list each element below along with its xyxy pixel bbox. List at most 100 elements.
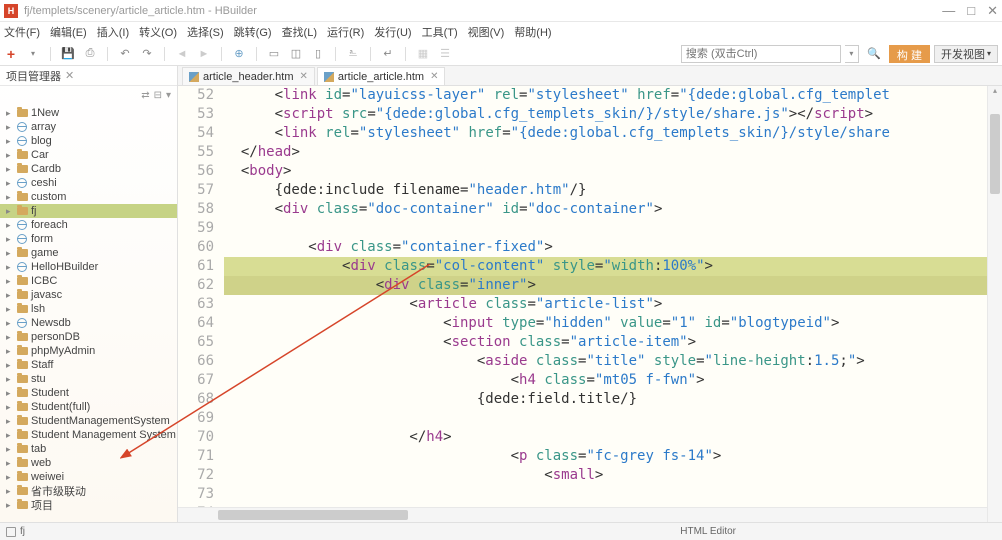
expand-icon[interactable]: ▸ bbox=[6, 318, 16, 329]
tree-item-stu[interactable]: ▸ stu bbox=[0, 372, 177, 386]
code-line-56[interactable]: <body> bbox=[224, 162, 1002, 181]
code-line-60[interactable]: <div class="container-fixed"> bbox=[224, 238, 1002, 257]
code-line-69[interactable] bbox=[224, 409, 1002, 428]
save-all-icon[interactable]: ⎙ bbox=[83, 47, 97, 61]
expand-icon[interactable]: ▸ bbox=[6, 458, 16, 469]
code-line-54[interactable]: <link rel="stylesheet" href="{dede:globa… bbox=[224, 124, 1002, 143]
back-icon[interactable]: ◄ bbox=[175, 47, 189, 61]
link-editor-icon[interactable]: ⇄ bbox=[141, 90, 149, 101]
menu-item-10[interactable]: 视图(V) bbox=[468, 24, 505, 40]
tree-item-Car[interactable]: ▸ Car bbox=[0, 148, 177, 162]
menu-item-4[interactable]: 选择(S) bbox=[187, 24, 224, 40]
scroll-thumb[interactable] bbox=[218, 510, 408, 520]
expand-icon[interactable]: ▸ bbox=[6, 276, 16, 287]
new-icon[interactable]: + bbox=[4, 47, 18, 61]
expand-icon[interactable]: ▸ bbox=[6, 108, 16, 119]
redo-icon[interactable]: ↷ bbox=[140, 47, 154, 61]
expand-icon[interactable]: ▸ bbox=[6, 150, 16, 161]
wrap-icon[interactable]: ↵ bbox=[381, 47, 395, 61]
tree-item-StudentManagementSystem[interactable]: ▸ StudentManagementSystem bbox=[0, 414, 177, 428]
expand-icon[interactable]: ▸ bbox=[6, 472, 16, 483]
code-line-72[interactable]: <small> bbox=[224, 466, 1002, 485]
maximize-icon[interactable]: □ bbox=[967, 3, 975, 19]
expand-icon[interactable]: ▸ bbox=[6, 206, 16, 217]
expand-icon[interactable]: ▸ bbox=[6, 136, 16, 147]
code-line-64[interactable]: <input type="hidden" value="1" id="blogt… bbox=[224, 314, 1002, 333]
tree-item-HelloHBuilder[interactable]: ▸ HelloHBuilder bbox=[0, 260, 177, 274]
menu-item-7[interactable]: 运行(R) bbox=[327, 24, 364, 40]
expand-icon[interactable]: ▸ bbox=[6, 346, 16, 357]
tree-item-项目[interactable]: ▸ 项目 bbox=[0, 498, 177, 512]
code-line-67[interactable]: <h4 class="mt05 f-fwn"> bbox=[224, 371, 1002, 390]
expand-icon[interactable]: ▸ bbox=[6, 500, 16, 511]
code-line-62[interactable]: <div class="inner"> bbox=[224, 276, 1002, 295]
expand-icon[interactable]: ▸ bbox=[6, 164, 16, 175]
expand-icon[interactable]: ▸ bbox=[6, 416, 16, 427]
tree-item-form[interactable]: ▸ form bbox=[0, 232, 177, 246]
expand-icon[interactable]: ▸ bbox=[6, 290, 16, 301]
code-line-63[interactable]: <article class="article-list"> bbox=[224, 295, 1002, 314]
tab-close-icon[interactable]: ✕ bbox=[65, 69, 74, 82]
menu-item-6[interactable]: 查找(L) bbox=[282, 24, 317, 40]
forward-icon[interactable]: ► bbox=[197, 47, 211, 61]
search-input[interactable] bbox=[681, 45, 841, 63]
tree-item-lsh[interactable]: ▸ lsh bbox=[0, 302, 177, 316]
code-line-70[interactable]: </h4> bbox=[224, 428, 1002, 447]
expand-icon[interactable]: ▸ bbox=[6, 248, 16, 259]
expand-icon[interactable]: ▸ bbox=[6, 444, 16, 455]
tab-close-icon[interactable]: ✕ bbox=[300, 71, 308, 82]
code-line-66[interactable]: <aside class="title" style="line-height:… bbox=[224, 352, 1002, 371]
tree-item-game[interactable]: ▸ game bbox=[0, 246, 177, 260]
preview-split-icon[interactable]: ◫ bbox=[289, 47, 303, 61]
tree-item-省市级联动[interactable]: ▸ 省市级联动 bbox=[0, 484, 177, 498]
expand-icon[interactable]: ▸ bbox=[6, 360, 16, 371]
insert-icon[interactable]: ▦ bbox=[416, 47, 430, 61]
editor-tab-0[interactable]: article_header.htm ✕ bbox=[182, 67, 315, 85]
expand-icon[interactable]: ▸ bbox=[6, 374, 16, 385]
expand-icon[interactable]: ▸ bbox=[6, 178, 16, 189]
tree-item-personDB[interactable]: ▸ personDB bbox=[0, 330, 177, 344]
code-line-65[interactable]: <section class="article-item"> bbox=[224, 333, 1002, 352]
save-icon[interactable]: 💾 bbox=[61, 47, 75, 61]
editor-tab-1[interactable]: article_article.htm ✕ bbox=[317, 67, 446, 85]
tree-item-1New[interactable]: ▸ 1New bbox=[0, 106, 177, 120]
collapse-icon[interactable]: ⊟ bbox=[154, 90, 162, 101]
code-line-59[interactable] bbox=[224, 219, 1002, 238]
tree-item-Staff[interactable]: ▸ Staff bbox=[0, 358, 177, 372]
project-tree[interactable]: ▸ 1New ▸ array ▸ blog ▸ Car ▸ Cardb ▸ ce… bbox=[0, 104, 177, 522]
menu-icon[interactable]: ☰ bbox=[438, 47, 452, 61]
view-menu-icon[interactable]: ▾ bbox=[166, 90, 171, 101]
expand-icon[interactable]: ▸ bbox=[6, 220, 16, 231]
close-icon[interactable]: ✕ bbox=[987, 3, 998, 19]
expand-icon[interactable]: ▸ bbox=[6, 486, 16, 497]
tree-item-fj[interactable]: ▸ fj bbox=[0, 204, 177, 218]
menu-item-9[interactable]: 工具(T) bbox=[422, 24, 458, 40]
expand-icon[interactable]: ▸ bbox=[6, 402, 16, 413]
code-line-73[interactable] bbox=[224, 485, 1002, 504]
tree-item-Student[interactable]: ▸ Student bbox=[0, 386, 177, 400]
search-icon[interactable]: 🔍 bbox=[867, 47, 881, 61]
build-button[interactable]: 构 建 bbox=[889, 45, 930, 63]
menu-item-1[interactable]: 编辑(E) bbox=[50, 24, 87, 40]
expand-icon[interactable]: ▸ bbox=[6, 430, 16, 441]
dev-view-button[interactable]: 开发视图▾ bbox=[934, 45, 998, 63]
tree-item-phpMyAdmin[interactable]: ▸ phpMyAdmin bbox=[0, 344, 177, 358]
tree-item-weiwei[interactable]: ▸ weiwei bbox=[0, 470, 177, 484]
expand-icon[interactable]: ▸ bbox=[6, 332, 16, 343]
code-line-71[interactable]: <p class="fc-grey fs-14"> bbox=[224, 447, 1002, 466]
tree-item-javasc[interactable]: ▸ javasc bbox=[0, 288, 177, 302]
tab-close-icon[interactable]: ✕ bbox=[430, 71, 438, 82]
expand-icon[interactable]: ▸ bbox=[6, 262, 16, 273]
tree-item-tab[interactable]: ▸ tab bbox=[0, 442, 177, 456]
new-dropdown-icon[interactable]: ▾ bbox=[26, 47, 40, 61]
code-line-53[interactable]: <script src="{dede:global.cfg_templets_s… bbox=[224, 105, 1002, 124]
code-line-68[interactable]: {dede:field.title/} bbox=[224, 390, 1002, 409]
browser-icon[interactable]: ⊕ bbox=[232, 47, 246, 61]
tree-item-blog[interactable]: ▸ blog bbox=[0, 134, 177, 148]
menu-item-2[interactable]: 插入(I) bbox=[97, 24, 129, 40]
code-area[interactable]: 5253545556575859606162636465666768697071… bbox=[178, 86, 1002, 522]
format-icon[interactable]: ⎁ bbox=[346, 47, 360, 61]
expand-icon[interactable]: ▸ bbox=[6, 234, 16, 245]
expand-icon[interactable]: ▸ bbox=[6, 388, 16, 399]
code-content[interactable]: <link id="layuicss-layer" rel="styleshee… bbox=[224, 86, 1002, 522]
